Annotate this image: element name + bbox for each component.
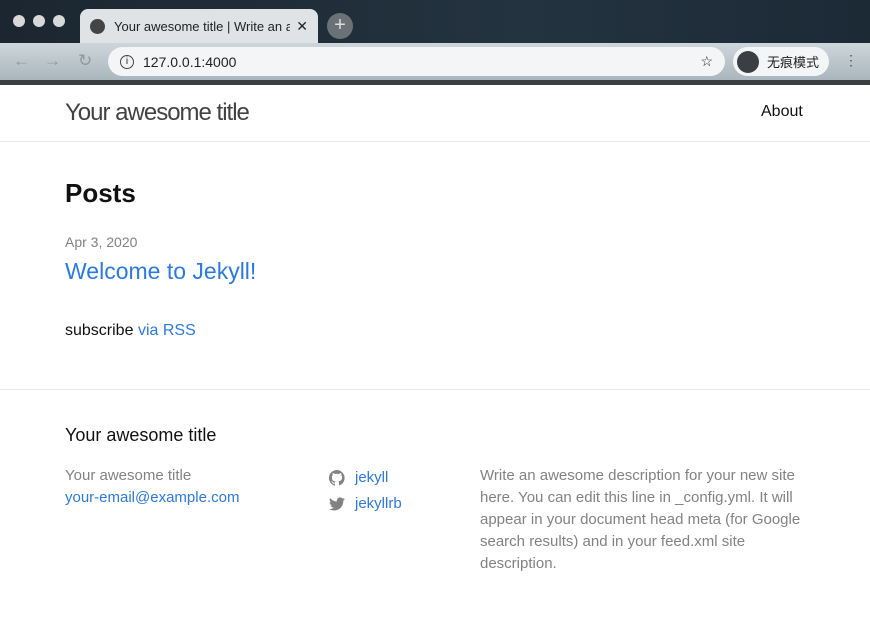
- incognito-icon: [737, 50, 759, 73]
- github-icon: [329, 470, 345, 486]
- footer-heading: Your awesome title: [65, 425, 217, 445]
- forward-button[interactable]: →: [44, 51, 61, 71]
- post-date: Apr 3, 2020: [65, 234, 138, 250]
- github-username[interactable]: jekyll: [355, 465, 388, 491]
- globe-icon: [90, 18, 105, 34]
- maximize-window-button[interactable]: [53, 15, 65, 27]
- subscribe-text: subscribe: [65, 322, 134, 339]
- footer-name: Your awesome title: [65, 467, 192, 484]
- site-footer: Your awesome title Your awesome title yo…: [0, 389, 870, 632]
- site-title-link[interactable]: Your awesome title: [65, 99, 250, 127]
- subscribe: subscribe via RSS: [65, 322, 196, 340]
- new-tab-button[interactable]: +: [327, 13, 353, 39]
- site-header: Your awesome title About: [0, 85, 870, 142]
- nav-about[interactable]: About: [761, 103, 803, 121]
- email-link[interactable]: your-email@example.com: [65, 489, 239, 506]
- twitter-link[interactable]: jekyllrb: [329, 491, 402, 517]
- post-link[interactable]: Welcome to Jekyll!: [65, 258, 256, 285]
- close-window-button[interactable]: [13, 15, 25, 27]
- address-bar[interactable]: i 127.0.0.1:4000 ☆: [108, 47, 725, 76]
- url-text[interactable]: 127.0.0.1:4000: [143, 54, 700, 70]
- page-title: Posts: [65, 178, 136, 208]
- footer-social: jekyll jekyllrb: [329, 465, 402, 517]
- github-link[interactable]: jekyll: [329, 465, 402, 491]
- back-button[interactable]: ←: [13, 51, 30, 71]
- close-tab-icon[interactable]: ✕: [296, 18, 308, 35]
- rss-link[interactable]: via RSS: [138, 322, 196, 339]
- footer-contact: Your awesome title your-email@example.co…: [65, 465, 239, 509]
- browser-tab[interactable]: Your awesome title | Write an awesome de…: [80, 9, 318, 43]
- incognito-button[interactable]: 无痕模式: [733, 47, 829, 76]
- footer-description: Write an awesome description for your ne…: [480, 467, 801, 572]
- tab-title: Your awesome title | Write an awesome de…: [114, 18, 291, 34]
- star-icon[interactable]: ☆: [700, 53, 713, 70]
- twitter-username[interactable]: jekyllrb: [355, 491, 402, 517]
- info-icon[interactable]: i: [120, 54, 134, 69]
- menu-icon[interactable]: ⋮: [844, 52, 858, 69]
- reload-button[interactable]: ↻: [78, 51, 92, 71]
- tab-bar: Your awesome title | Write an awesome de…: [0, 0, 870, 43]
- incognito-label: 无痕模式: [767, 55, 820, 70]
- browser-toolbar: ← → ↻ i 127.0.0.1:4000 ☆ 无痕模式 ⋮: [0, 43, 870, 80]
- twitter-icon: [329, 497, 345, 511]
- minimize-window-button[interactable]: [33, 15, 45, 27]
